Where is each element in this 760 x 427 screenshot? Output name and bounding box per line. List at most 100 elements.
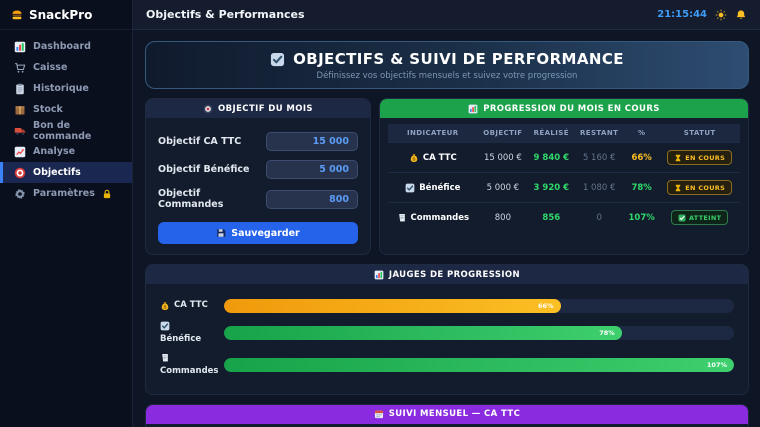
sidebar-nav: Dashboard Caisse Historique Stock Bon de com…	[0, 30, 132, 204]
objectives-panel-header: OBJECTIF DU MOIS	[146, 99, 370, 118]
progression-column-header: INDICATEUR	[388, 124, 478, 143]
gauge-label: Bénéfice	[160, 321, 212, 345]
sidebar-item-bon-de-commande[interactable]: Bon de commande	[0, 120, 132, 142]
gauge-label-text: Bénéfice	[160, 334, 202, 344]
gear-icon	[14, 188, 26, 200]
gauge-percent: 78%	[599, 328, 615, 337]
bar-chart-icon	[14, 41, 26, 53]
percent-value: 78%	[623, 172, 660, 203]
gauges-panel-title: JAUGES DE PROGRESSION	[388, 269, 521, 280]
sidebar-item-label: Paramètres	[33, 188, 95, 199]
svg-text:$: $	[163, 305, 166, 311]
progression-column-header: STATUT	[659, 124, 740, 143]
gauge-track: 66%	[224, 299, 734, 313]
gauge-row: Commandes 107%	[160, 353, 734, 377]
progression-panel: PROGRESSION DU MOIS EN COURS INDICATEUR O…	[379, 98, 749, 255]
gauge-percent: 66%	[538, 302, 554, 310]
objective-fields: Objectif CA TTC Objectif Bénéfice Objectif…	[146, 118, 370, 219]
realise-value: 9 840 €	[528, 142, 575, 173]
bell-icon[interactable]	[735, 9, 747, 21]
sidebar-item-analyse[interactable]: Analyse	[0, 141, 132, 162]
status-badge-label: ATTEINT	[688, 213, 722, 222]
bar-chart-icon	[374, 270, 384, 280]
checkbox-icon	[160, 321, 170, 331]
gauge-fill: 107%	[224, 357, 734, 372]
sidebar-item-dashboard[interactable]: Dashboard	[0, 36, 132, 57]
sidebar-item-label: Historique	[33, 83, 89, 94]
indicator-label: Commandes	[410, 212, 470, 223]
indicator-label: Bénéfice	[419, 182, 461, 193]
monthly-panel: SUIVI MENSUEL — CA TTC JANV.FÉVR.MARSAVR…	[145, 403, 749, 427]
progression-panel-title: PROGRESSION DU MOIS EN COURS	[483, 103, 660, 114]
sidebar-item-label: Analyse	[33, 146, 76, 157]
banner-title-row: OBJECTIFS & SUIVI DE PERFORMANCE	[146, 50, 748, 68]
realise-value: 856	[528, 202, 575, 232]
gauge-list: $ CA TTC 66% Bénéfice 78% Commandes 107%	[146, 284, 748, 394]
percent-value: 66%	[623, 142, 660, 173]
restant-value: 1 080 €	[574, 172, 624, 203]
page-title: Objectifs & Performances	[146, 8, 305, 21]
checkbox-icon	[405, 183, 415, 193]
gauge-fill: 66%	[224, 299, 561, 313]
table-row: Bénéfice 5 000 €3 920 €1 080 €78% EN COURS	[388, 172, 740, 203]
banner-subtitle: Définissez vos objectifs mensuels et sui…	[316, 71, 578, 81]
sidebar-item-caisse[interactable]: Caisse	[0, 57, 132, 78]
objectives-panel-title: OBJECTIF DU MOIS	[218, 103, 313, 114]
progression-column-header: RESTANT	[574, 124, 624, 143]
status-badge: EN COURS	[667, 180, 733, 195]
hourglass-icon	[674, 154, 682, 162]
sidebar-item-historique[interactable]: Historique	[0, 78, 132, 99]
gauge-row: Bénéfice 78%	[160, 321, 734, 345]
status-badge-label: EN COURS	[685, 183, 726, 192]
topbar: Objectifs & Performances 21:15:44	[133, 0, 760, 30]
sidebar-item-label: Caisse	[33, 62, 68, 73]
gauge-row: $ CA TTC 66%	[160, 299, 734, 313]
indicator-cell: Bénéfice	[390, 183, 476, 193]
percent-value: 107%	[623, 202, 660, 232]
progression-panel-header: PROGRESSION DU MOIS EN COURS	[380, 99, 748, 118]
objective-field-label: Objectif Bénéfice	[158, 164, 250, 175]
save-button-label: Sauvegarder	[231, 227, 300, 239]
sidebar-item-stock[interactable]: Stock	[0, 99, 132, 120]
panels-row: OBJECTIF DU MOIS Objectif CA TTCObjectif…	[145, 98, 749, 255]
gauges-panel-header: JAUGES DE PROGRESSION	[146, 265, 748, 284]
sidebar-item-objectifs[interactable]: Objectifs	[0, 162, 132, 183]
receipt-icon	[160, 353, 170, 363]
objectives-panel: OBJECTIF DU MOIS Objectif CA TTCObjectif…	[145, 98, 371, 255]
objectif-value: 15 000 €	[477, 142, 529, 173]
sun-icon[interactable]	[715, 9, 727, 21]
money-bag-icon: $	[409, 153, 419, 163]
table-row: $ CA TTC 15 000 €9 840 €5 160 €66% EN COURS	[388, 142, 740, 173]
app-window: SnackPro Dashboard Caisse Historique Stock B…	[0, 0, 760, 427]
gauge-track: 78%	[224, 325, 734, 340]
indicator-label: CA TTC	[422, 152, 457, 163]
topbar-right: 21:15:44	[657, 9, 747, 21]
clock: 21:15:44	[657, 9, 707, 20]
chart-up-icon	[14, 146, 26, 158]
save-button[interactable]: Sauvegarder	[158, 222, 358, 244]
sidebar-item-param-tres[interactable]: Paramètres	[0, 183, 132, 204]
objective-input-2[interactable]	[266, 189, 358, 209]
gauge-label-text: Commandes	[160, 365, 219, 376]
indicator-cell: $ CA TTC	[390, 153, 476, 163]
objective-input-1[interactable]	[266, 160, 358, 179]
objective-input-0[interactable]	[266, 132, 358, 151]
svg-text:$: $	[412, 156, 415, 162]
status-badge: EN COURS	[667, 150, 733, 165]
truck-icon	[14, 125, 26, 137]
objective-field-row: Objectif Commandes	[158, 188, 358, 210]
target-icon	[14, 167, 26, 179]
banner: OBJECTIFS & SUIVI DE PERFORMANCE Définis…	[145, 41, 749, 89]
banner-title: OBJECTIFS & SUIVI DE PERFORMANCE	[293, 50, 624, 68]
objective-field-label: Objectif Commandes	[158, 188, 224, 210]
money-bag-icon: $	[160, 301, 170, 311]
sidebar: SnackPro Dashboard Caisse Historique Stock B…	[0, 0, 133, 427]
objective-field-row: Objectif CA TTC	[158, 132, 358, 151]
gauge-track: 107%	[224, 357, 734, 372]
clipboard-icon	[14, 83, 26, 95]
app-logo: SnackPro	[0, 0, 132, 30]
calendar-icon	[374, 409, 384, 419]
indicator-cell: Commandes	[390, 213, 476, 223]
app-title: SnackPro	[29, 7, 93, 22]
gauge-label: $ CA TTC	[160, 300, 212, 311]
